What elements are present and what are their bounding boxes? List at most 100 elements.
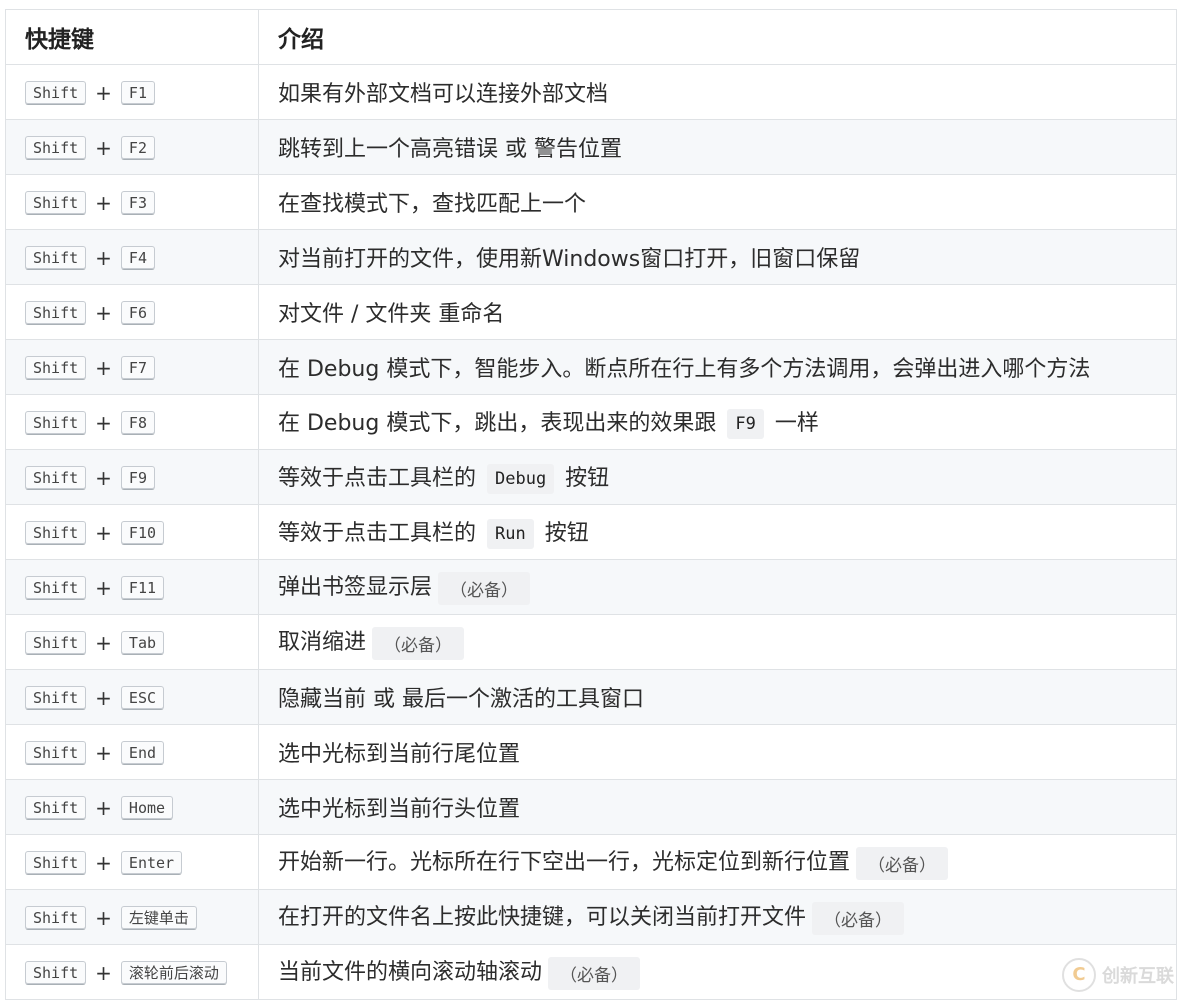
shortcut-cell: Shift + F4	[5, 229, 259, 285]
plus-sign: +	[95, 905, 112, 930]
modifier-key: Shift	[25, 355, 87, 380]
key: F1	[120, 80, 155, 105]
modifier-key: Shift	[25, 190, 87, 215]
table-row: Shift + F6 对文件 / 文件夹 重命名	[5, 284, 1177, 340]
shortcut-table: 快捷键 介绍 Shift + F1 如果有外部文档可以连接外部文档 Shift + F2 跳转…	[5, 9, 1177, 1000]
key: 滚轮前后滚动	[120, 960, 227, 985]
shortcut-cell: Shift + 滚轮前后滚动	[5, 944, 259, 1000]
description-text: 如果有外部文档可以连接外部文档	[278, 82, 609, 107]
description-text: 按钮	[537, 521, 589, 546]
plus-sign: +	[95, 960, 112, 985]
table-body: Shift + F1 如果有外部文档可以连接外部文档 Shift + F2 跳转到上一个高亮错…	[5, 64, 1177, 1000]
description-cell: 对当前打开的文件，使用新Windows窗口打开，旧窗口保留	[258, 229, 1177, 285]
modifier-key: Shift	[25, 465, 87, 490]
modifier-key: Shift	[25, 795, 87, 820]
description-text: 取消缩进	[278, 630, 367, 656]
table-row: Shift + End 选中光标到当前行尾位置	[5, 724, 1177, 780]
key: F4	[120, 245, 155, 270]
description-text: 选中光标到当前行头位置	[278, 797, 521, 822]
plus-sign: +	[95, 575, 112, 600]
description-text: 对文件 / 文件夹 重命名	[278, 302, 505, 327]
inline-code: F9	[727, 409, 764, 439]
description-cell: 当前文件的横向滚动轴滚动 （必备）	[258, 944, 1177, 1000]
required-note: （必备）	[812, 901, 905, 935]
shortcut-cell: Shift + F7	[5, 339, 259, 395]
description-cell: 在 Debug 模式下，跳出，表现出来的效果跟 F9 一样	[258, 394, 1177, 450]
key: Enter	[120, 850, 183, 875]
key: Tab	[120, 630, 165, 655]
shortcut-cell: Shift + F2	[5, 119, 259, 175]
header-shortcut: 快捷键	[5, 9, 259, 65]
description-text: 跳转到上一个高亮错误 或 警告位置	[278, 137, 622, 162]
table-row: Shift + ESC 隐藏当前 或 最后一个激活的工具窗口	[5, 669, 1177, 725]
inline-code: Debug	[487, 464, 555, 494]
modifier-key: Shift	[25, 80, 87, 105]
modifier-key: Shift	[25, 520, 87, 545]
description-text: 在 Debug 模式下，跳出，表现出来的效果跟	[278, 411, 724, 436]
shortcut-cell: Shift + F11	[5, 559, 259, 615]
modifier-key: Shift	[25, 630, 87, 655]
required-note: （必备）	[438, 571, 531, 605]
shortcut-cell: Shift + F1	[5, 64, 259, 120]
key: F2	[120, 135, 155, 160]
description-cell: 等效于点击工具栏的 Run 按钮	[258, 504, 1177, 560]
table-row: Shift + F8 在 Debug 模式下，跳出，表现出来的效果跟 F9 一样	[5, 394, 1177, 450]
table-header: 快捷键 介绍	[5, 9, 1177, 65]
inline-code: Run	[487, 519, 534, 549]
shortcut-cell: Shift + F6	[5, 284, 259, 340]
table-row: Shift + F3 在查找模式下，查找匹配上一个	[5, 174, 1177, 230]
plus-sign: +	[95, 795, 112, 820]
description-cell: 弹出书签显示层 （必备）	[258, 559, 1177, 615]
plus-sign: +	[95, 300, 112, 325]
plus-sign: +	[95, 410, 112, 435]
table-row: Shift + F1 如果有外部文档可以连接外部文档	[5, 64, 1177, 120]
shortcut-cell: Shift + F8	[5, 394, 259, 450]
description-cell: 在打开的文件名上按此快捷键，可以关闭当前打开文件 （必备）	[258, 889, 1177, 945]
table-row: Shift + Tab 取消缩进 （必备）	[5, 614, 1177, 670]
description-text: 开始新一行。光标所在行下空出一行，光标定位到新行位置	[278, 850, 851, 876]
modifier-key: Shift	[25, 905, 87, 930]
shortcut-cell: Shift + F3	[5, 174, 259, 230]
description-cell: 等效于点击工具栏的 Debug 按钮	[258, 449, 1177, 505]
plus-sign: +	[95, 190, 112, 215]
key: 左键单击	[120, 905, 197, 930]
shortcut-cell: Shift + ESC	[5, 669, 259, 725]
plus-sign: +	[95, 135, 112, 160]
description-cell: 如果有外部文档可以连接外部文档	[258, 64, 1177, 120]
description-cell: 在 Debug 模式下，智能步入。断点所在行上有多个方法调用，会弹出进入哪个方法	[258, 339, 1177, 395]
plus-sign: +	[95, 355, 112, 380]
required-note: （必备）	[856, 846, 949, 880]
description-cell: 取消缩进 （必备）	[258, 614, 1177, 670]
plus-sign: +	[95, 520, 112, 545]
description-text: 弹出书签显示层	[278, 575, 433, 601]
modifier-key: Shift	[25, 575, 87, 600]
key: End	[120, 740, 165, 765]
modifier-key: Shift	[25, 410, 87, 435]
watermark-logo-icon: C	[1062, 958, 1096, 992]
description-cell: 跳转到上一个高亮错误 或 警告位置	[258, 119, 1177, 175]
key: F8	[120, 410, 155, 435]
plus-sign: +	[95, 245, 112, 270]
shortcut-cell: Shift + F9	[5, 449, 259, 505]
key: F6	[120, 300, 155, 325]
plus-sign: +	[95, 850, 112, 875]
description-text: 隐藏当前 或 最后一个激活的工具窗口	[278, 687, 644, 712]
shortcut-cell: Shift + 左键单击	[5, 889, 259, 945]
description-text: 按钮	[558, 466, 610, 491]
plus-sign: +	[95, 630, 112, 655]
table-row: Shift + 滚轮前后滚动 当前文件的横向滚动轴滚动 （必备）	[5, 944, 1177, 1000]
description-text: 等效于点击工具栏的	[278, 521, 483, 546]
modifier-key: Shift	[25, 300, 87, 325]
table-row: Shift + F7 在 Debug 模式下，智能步入。断点所在行上有多个方法调用，会…	[5, 339, 1177, 395]
key: F10	[120, 520, 165, 545]
plus-sign: +	[95, 685, 112, 710]
modifier-key: Shift	[25, 245, 87, 270]
description-cell: 选中光标到当前行尾位置	[258, 724, 1177, 780]
table-row: Shift + Enter 开始新一行。光标所在行下空出一行，光标定位到新行位置 （必备…	[5, 834, 1177, 890]
required-note: （必备）	[372, 626, 465, 660]
description-text: 等效于点击工具栏的	[278, 466, 483, 491]
description-cell: 开始新一行。光标所在行下空出一行，光标定位到新行位置 （必备）	[258, 834, 1177, 890]
key: F7	[120, 355, 155, 380]
description-text: 选中光标到当前行尾位置	[278, 742, 521, 767]
plus-sign: +	[95, 80, 112, 105]
